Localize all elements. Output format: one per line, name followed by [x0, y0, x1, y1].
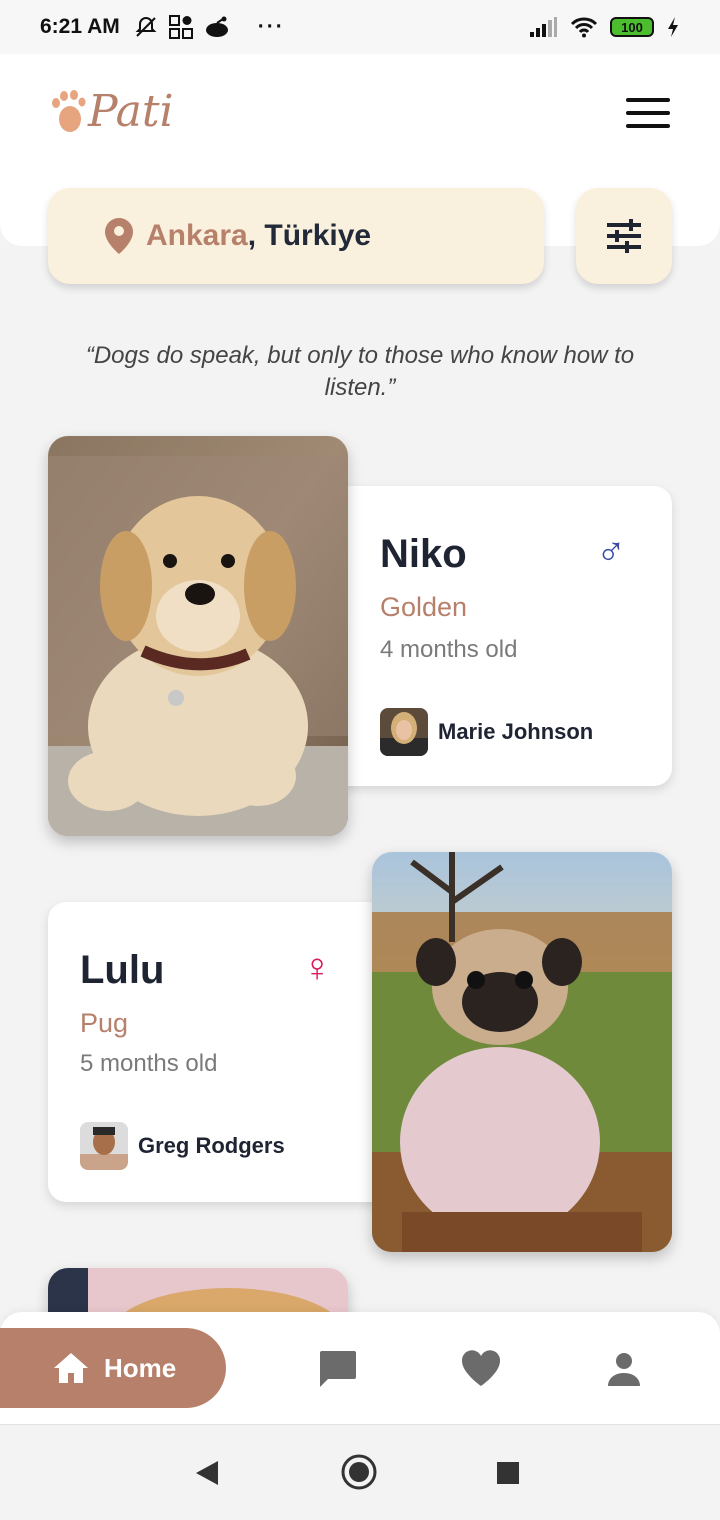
bottom-navigation: Home	[0, 1312, 720, 1424]
nav-chat-button[interactable]	[316, 1348, 358, 1395]
nav-favorites-button[interactable]	[460, 1348, 502, 1393]
owner-info[interactable]: Marie Johnson	[380, 708, 593, 756]
male-gender-icon: ♂	[596, 530, 626, 574]
home-circle-icon	[341, 1454, 377, 1490]
pet-photo-lulu[interactable]	[372, 852, 672, 1252]
pet-age: 4 months old	[380, 636, 518, 663]
nav-profile-button[interactable]	[606, 1352, 642, 1391]
menu-line	[626, 98, 670, 102]
chat-icon	[320, 1351, 356, 1387]
pet-breed: Golden	[380, 592, 468, 622]
filter-button[interactable]	[576, 188, 672, 284]
location-text: Ankara, Türkiye	[146, 219, 371, 253]
tune-icon	[607, 219, 641, 253]
dog-quote: “Dogs do speak, but only to those who kn…	[85, 342, 635, 401]
owner-info[interactable]: Greg Rodgers	[80, 1122, 285, 1170]
paw-icon	[52, 89, 86, 132]
owner-name: Marie Johnson	[438, 719, 594, 744]
status-icons-left: ···	[134, 14, 285, 40]
hamburger-menu-button[interactable]	[626, 98, 670, 128]
nav-home-label: Home	[104, 1352, 177, 1383]
logo-text: Pati	[88, 86, 174, 137]
recents-button[interactable]	[496, 1461, 520, 1490]
location-selector[interactable]: Ankara, Türkiye	[48, 188, 544, 284]
reddit-icon	[205, 16, 228, 37]
home-icon	[54, 1353, 88, 1383]
signal-icon	[530, 17, 557, 37]
status-bar: 6:21 AM ··· 100	[0, 0, 720, 54]
nav-home-button[interactable]: Home	[0, 1328, 226, 1408]
status-icons-right: 100	[528, 16, 680, 38]
home-system-button[interactable]	[340, 1453, 378, 1496]
pet-age: 5 months old	[80, 1050, 218, 1077]
back-button[interactable]	[194, 1459, 220, 1492]
profile-icon	[608, 1353, 640, 1386]
menu-line	[626, 111, 670, 115]
app-logo[interactable]: Pati	[50, 86, 174, 137]
avatar	[380, 708, 428, 756]
menu-line	[626, 124, 670, 128]
system-navigation-bar	[0, 1424, 720, 1520]
more-dots: ···	[257, 15, 285, 38]
avatar	[80, 1122, 128, 1170]
pet-card-lulu[interactable]: Lulu ♀ Pug 5 months old Greg Rodgers	[48, 902, 400, 1202]
pet-name: Lulu	[80, 948, 165, 992]
pet-name: Niko	[380, 532, 467, 576]
location-separator: ,	[247, 219, 265, 252]
recents-square-icon	[497, 1462, 519, 1484]
battery-indicator: 100	[610, 17, 654, 37]
pet-breed: Pug	[80, 1008, 129, 1038]
pet-photo-niko[interactable]	[48, 436, 348, 836]
location-country: Türkiye	[264, 219, 372, 252]
location-pin-icon	[105, 218, 133, 254]
female-gender-icon: ♀	[302, 946, 332, 990]
back-triangle-icon	[196, 1461, 218, 1485]
pet-card-niko[interactable]: Niko ♂ Golden 4 months old Marie Johnson	[320, 486, 672, 786]
location-city: Ankara	[146, 219, 248, 252]
wifi-icon	[570, 17, 598, 38]
status-time: 6:21 AM	[40, 15, 120, 38]
owner-name: Greg Rodgers	[138, 1133, 285, 1158]
apps-grid-icon	[168, 15, 193, 39]
heart-icon	[461, 1350, 501, 1386]
charging-icon	[668, 17, 678, 37]
notifications-off-icon	[135, 16, 157, 37]
